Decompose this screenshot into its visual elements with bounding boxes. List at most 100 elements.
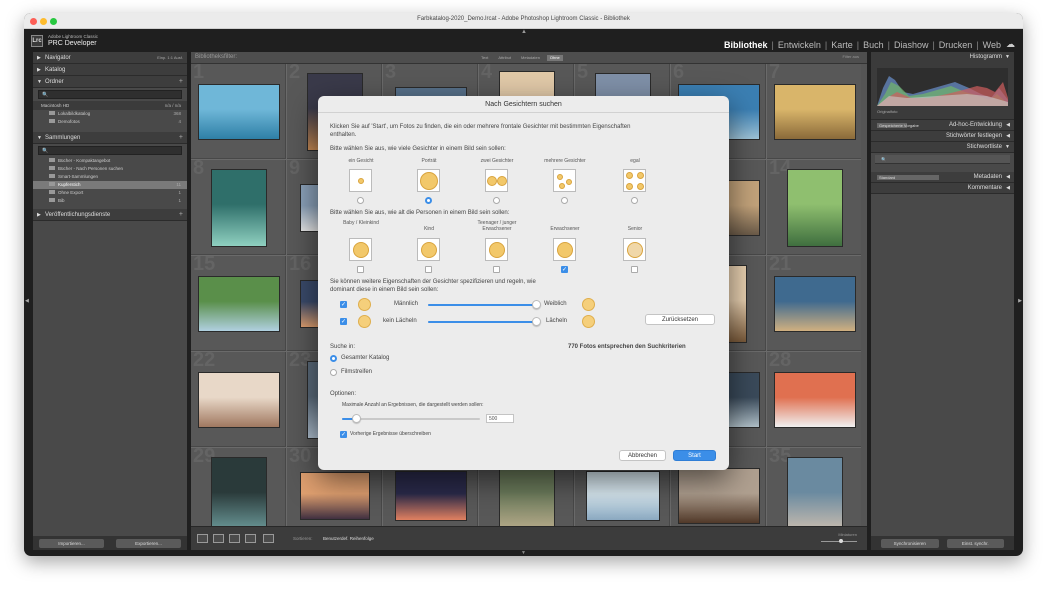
collection-search-input[interactable]: 🔍 [38, 146, 182, 155]
thumbnail-cell[interactable]: 22 [191, 352, 286, 447]
two-faces-option-icon[interactable] [485, 169, 508, 192]
module-entwickeln[interactable]: Entwickeln [777, 40, 822, 50]
collapse-bottom-arrow-icon[interactable]: ▼ [521, 550, 526, 556]
baby-option-icon[interactable] [349, 238, 372, 261]
export-button[interactable]: Exportieren... [116, 539, 181, 548]
keyword-search-input[interactable]: 🔍 [875, 155, 1010, 164]
photo-thumbnail[interactable] [211, 169, 267, 247]
cloud-icon[interactable]: ☁ [1006, 39, 1015, 50]
one-face-option-icon[interactable] [349, 169, 372, 192]
photo-thumbnail[interactable] [211, 457, 267, 526]
add-publish-icon[interactable]: + [179, 209, 183, 221]
thumbnail-cell[interactable]: 15 [191, 256, 286, 351]
folder-item[interactable]: Demofotos 4 [33, 118, 187, 126]
panel-ordner[interactable]: ▼ Ordner + [33, 76, 187, 88]
photo-thumbnail[interactable] [774, 84, 856, 140]
import-button[interactable]: Importieren... [39, 539, 104, 548]
sync-button[interactable]: Synchronisieren [881, 539, 939, 548]
add-folder-icon[interactable]: + [179, 76, 183, 88]
scope-radio-filmstrip[interactable] [330, 369, 337, 376]
max-results-slider-knob[interactable] [352, 414, 361, 423]
age-check-child[interactable] [425, 266, 432, 273]
module-karte[interactable]: Karte [830, 40, 854, 50]
smile-checkbox[interactable]: ✓ [340, 318, 347, 325]
drive-row[interactable]: Macintosh HD n/a / n/a [33, 101, 187, 110]
count-radio-many[interactable] [561, 197, 568, 204]
reset-button[interactable]: Zurücksetzen [645, 314, 715, 325]
age-check-teen[interactable] [493, 266, 500, 273]
collapse-top-arrow-icon[interactable]: ▲ [521, 29, 527, 35]
collection-item[interactable]: Bücher - Nach Personen suchen [33, 165, 187, 173]
cancel-button[interactable]: Abbrechen [619, 450, 666, 461]
panel-katalog[interactable]: ▶ Katalog [33, 64, 187, 76]
thumbnail-cell[interactable]: 14 [767, 160, 862, 255]
portrait-option-icon[interactable] [417, 169, 440, 192]
gender-slider-knob[interactable] [532, 300, 541, 309]
module-drucken[interactable]: Drucken [938, 40, 974, 50]
add-collection-icon[interactable]: + [179, 132, 183, 144]
compare-view-icon[interactable] [229, 534, 240, 543]
age-check-adult[interactable]: ✓ [561, 266, 568, 273]
max-results-input[interactable]: 500 [486, 414, 514, 423]
module-buch[interactable]: Buch [862, 40, 885, 50]
photo-thumbnail[interactable] [198, 84, 280, 140]
filter-metadata[interactable]: Metadaten [518, 55, 543, 61]
panel-sammlungen[interactable]: ▼ Sammlungen + [33, 132, 187, 144]
count-radio-any[interactable] [631, 197, 638, 204]
photo-thumbnail[interactable] [198, 276, 280, 332]
collection-item[interactable]: Bücher - Kompaktangebot [33, 157, 187, 165]
start-button[interactable]: Start [673, 450, 716, 461]
teen-option-icon[interactable] [485, 238, 508, 261]
overwrite-checkbox[interactable]: ✓ [340, 431, 347, 438]
scope-radio-catalog[interactable] [330, 355, 337, 362]
collection-item[interactable]: Ohne Export 1 [33, 189, 187, 197]
collection-item[interactable]: Bib 1 [33, 197, 187, 205]
thumbnail-cell[interactable]: 29 [191, 448, 286, 526]
thumbnail-cell[interactable]: 28 [767, 352, 862, 447]
thumbnail-cell[interactable]: 1 [191, 64, 286, 159]
panel-veroeffentlichungsdienste[interactable]: ▶ Veröffentlichungsdienste + [33, 209, 187, 221]
filter-preset-dropdown[interactable]: Filter aus [843, 54, 859, 59]
count-radio-one[interactable] [357, 197, 364, 204]
thumbnail-cell[interactable]: 21 [767, 256, 862, 351]
max-results-slider-track[interactable] [342, 418, 480, 420]
age-check-senior[interactable] [631, 266, 638, 273]
photo-thumbnail[interactable] [678, 468, 760, 524]
count-radio-two[interactable] [493, 197, 500, 204]
filter-text[interactable]: Text [478, 55, 491, 61]
photo-thumbnail[interactable] [787, 457, 843, 526]
folder-search-input[interactable]: 🔍 [38, 90, 182, 99]
sync-settings-button[interactable]: Einst. synchr. [946, 539, 1004, 548]
count-radio-portrait[interactable] [425, 197, 432, 204]
module-web[interactable]: Web [982, 40, 1002, 50]
saved-preset-dropdown[interactable]: Gespeicherte Vorgabe [877, 123, 919, 128]
metadata-preset-dropdown[interactable]: Standard [877, 175, 939, 180]
senior-option-icon[interactable] [623, 238, 646, 261]
loupe-view-icon[interactable] [213, 534, 224, 543]
any-faces-option-icon[interactable] [623, 169, 646, 192]
panel-metadaten[interactable]: Standard Metadaten ◀ [871, 172, 1014, 183]
many-faces-option-icon[interactable] [553, 169, 576, 192]
panel-histogramm[interactable]: Histogramm ▼ [871, 52, 1014, 63]
photo-thumbnail[interactable] [395, 471, 467, 521]
thumbnail-cell[interactable]: 7 [767, 64, 862, 159]
people-view-icon[interactable] [263, 534, 274, 543]
photo-thumbnail[interactable] [774, 276, 856, 332]
thumbnail-size-knob[interactable] [839, 539, 843, 543]
photo-thumbnail[interactable] [198, 372, 280, 428]
gender-checkbox[interactable]: ✓ [340, 301, 347, 308]
filter-attribute[interactable]: Attribut [495, 55, 514, 61]
collection-item-selected[interactable]: Kupferstich 11 [33, 181, 187, 189]
photo-thumbnail[interactable] [774, 372, 856, 428]
panel-stichwortliste[interactable]: Stichwortliste ▼ [871, 142, 1014, 153]
grid-view-icon[interactable] [197, 534, 208, 543]
thumbnail-cell[interactable]: 8 [191, 160, 286, 255]
module-bibliothek[interactable]: Bibliothek [723, 40, 769, 50]
photo-thumbnail[interactable] [300, 472, 370, 520]
folder-item[interactable]: Lokalbildkatalog 368 [33, 110, 187, 118]
adult-option-icon[interactable] [553, 238, 576, 261]
module-diashow[interactable]: Diashow [893, 40, 930, 50]
grid-scrollbar[interactable] [861, 64, 867, 526]
thumbnail-cell[interactable]: 35 [767, 448, 862, 526]
panel-kommentare[interactable]: Kommentare ◀ [871, 183, 1014, 194]
